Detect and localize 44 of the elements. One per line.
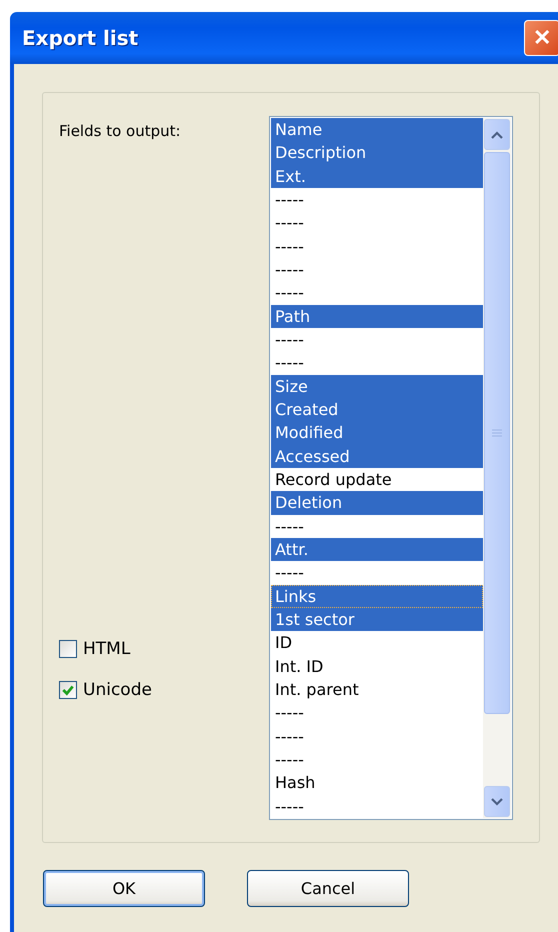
- list-item[interactable]: Name: [271, 118, 483, 142]
- grip-icon: [492, 428, 502, 438]
- list-item[interactable]: Ext.: [271, 164, 483, 188]
- scroll-up-button[interactable]: [484, 119, 510, 150]
- list-item[interactable]: ID: [271, 631, 483, 655]
- list-item[interactable]: Record update: [271, 468, 483, 492]
- checkbox[interactable]: [59, 681, 77, 699]
- list-item[interactable]: Accessed: [271, 444, 483, 468]
- list-item[interactable]: Links: [271, 584, 483, 608]
- list-item[interactable]: Deletion: [271, 491, 483, 515]
- scroll-thumb[interactable]: [484, 152, 510, 714]
- list-item[interactable]: -----: [271, 234, 483, 258]
- list-item[interactable]: -----: [271, 514, 483, 538]
- dialog-button[interactable]: Cancel: [247, 870, 409, 907]
- list-item[interactable]: -----: [271, 258, 483, 282]
- scrollbar[interactable]: [483, 118, 511, 818]
- list-item[interactable]: Description: [271, 141, 483, 165]
- list-item[interactable]: -----: [271, 724, 483, 748]
- list-item[interactable]: Modified: [271, 421, 483, 445]
- list-item[interactable]: -----: [271, 561, 483, 585]
- list-item[interactable]: -----: [271, 211, 483, 235]
- checkbox-label[interactable]: HTML: [83, 639, 130, 659]
- window-title: Export list: [22, 26, 138, 50]
- list-item[interactable]: Int. ID: [271, 654, 483, 678]
- list-item[interactable]: Attr.: [271, 538, 483, 562]
- list-item[interactable]: Created: [271, 398, 483, 422]
- list-item[interactable]: -----: [271, 328, 483, 352]
- list-item[interactable]: -----: [271, 351, 483, 375]
- list-item[interactable]: -----: [271, 281, 483, 305]
- check-icon: [61, 683, 75, 697]
- dialog-button[interactable]: OK: [43, 870, 205, 907]
- list-item[interactable]: 1st sector: [271, 608, 483, 632]
- checkbox-label[interactable]: Unicode: [83, 680, 152, 700]
- list-item[interactable]: -----: [271, 748, 483, 772]
- list-item[interactable]: -----: [271, 188, 483, 212]
- list-item[interactable]: Size: [271, 374, 483, 398]
- checkbox[interactable]: [59, 640, 77, 658]
- fields-label: Fields to output:: [59, 122, 181, 140]
- list-item[interactable]: Path: [271, 304, 483, 328]
- list-item[interactable]: -----: [271, 701, 483, 725]
- list-item[interactable]: -----: [271, 794, 483, 818]
- scroll-down-button[interactable]: [484, 786, 510, 817]
- list-item[interactable]: Int. parent: [271, 678, 483, 702]
- list-item[interactable]: Hash: [271, 771, 483, 795]
